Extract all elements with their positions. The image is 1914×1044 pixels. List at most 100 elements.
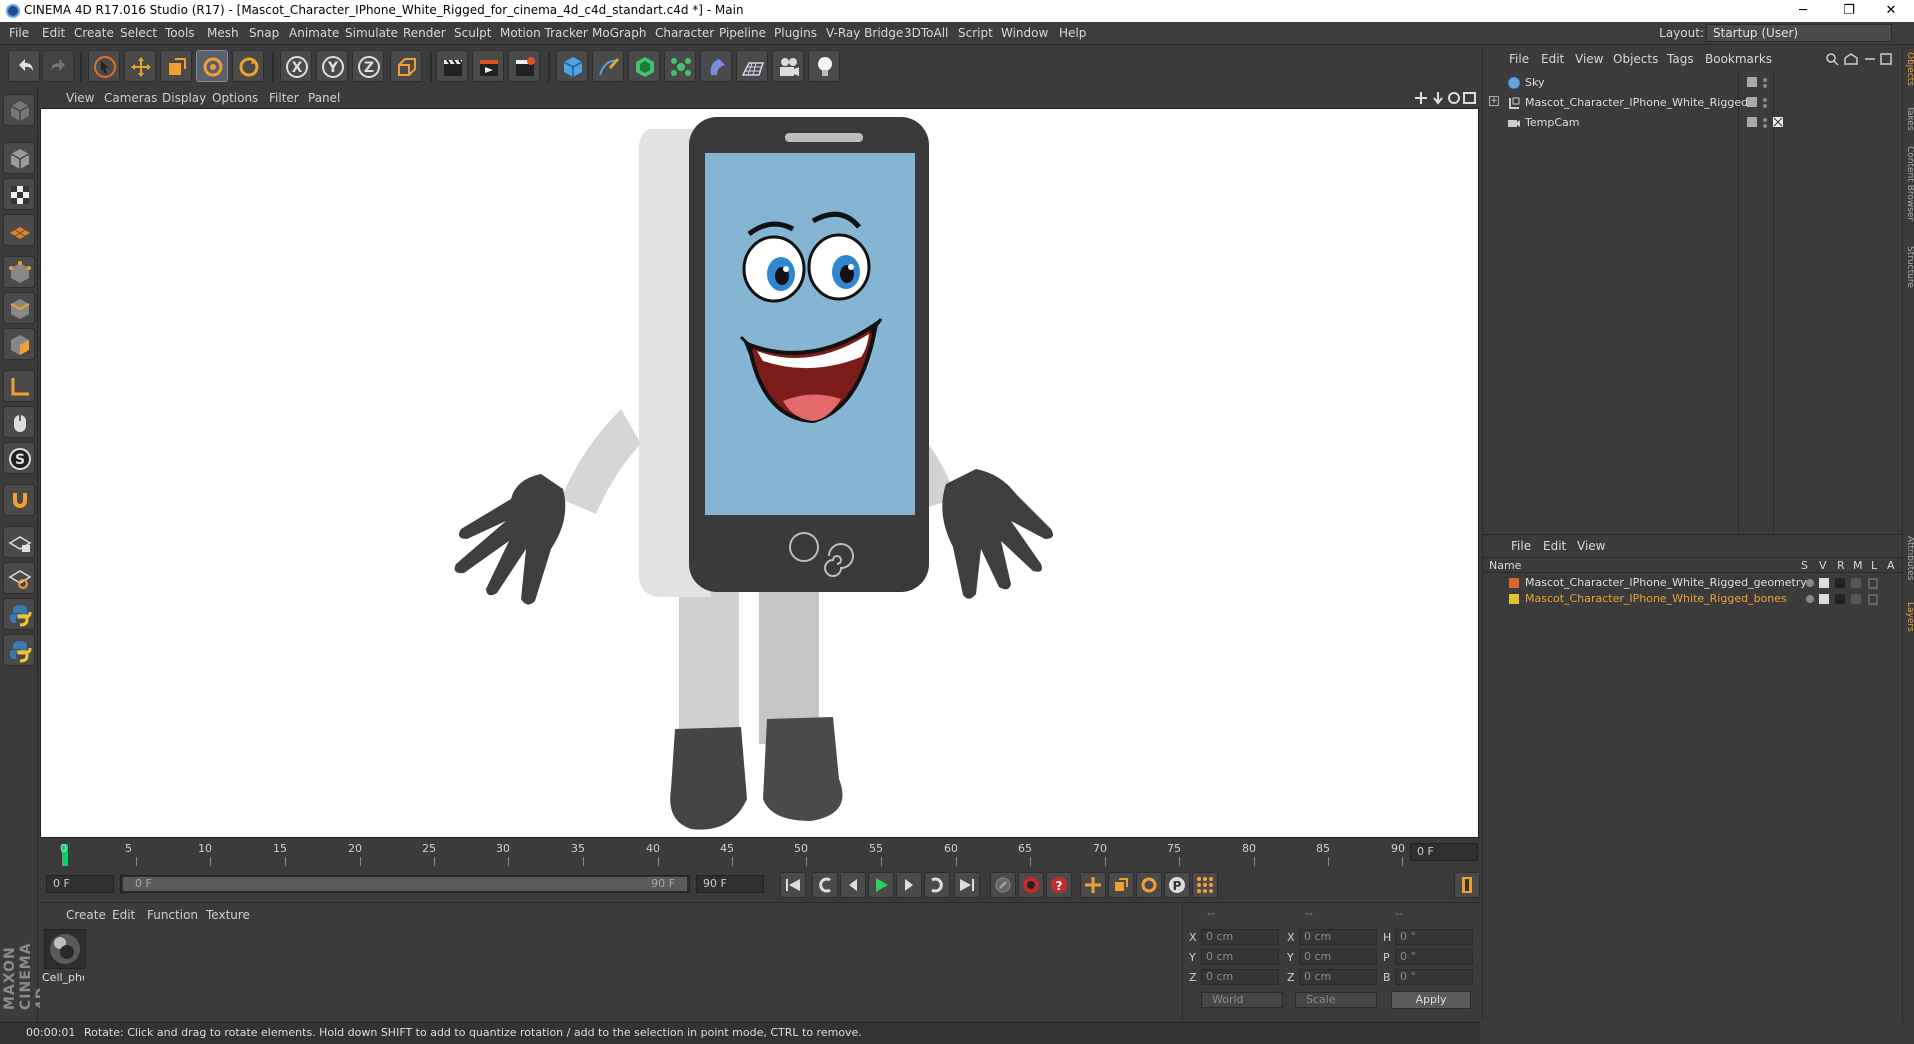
lock-workplane-button[interactable] [3, 526, 35, 558]
frame-range-slider[interactable]: 0 F 90 F [120, 875, 690, 893]
parameter-key-button[interactable]: P [1164, 872, 1190, 898]
coordinate-space-dropdown[interactable]: World [1201, 992, 1283, 1008]
restore-button[interactable]: ❐ [1826, 0, 1872, 22]
material-menu-texture[interactable]: Texture [206, 908, 250, 922]
model-mode-button[interactable] [3, 142, 35, 174]
start-frame-field[interactable]: 0 F [46, 875, 114, 893]
viewport-menu-view[interactable]: View [66, 91, 94, 105]
menu-edit[interactable]: Edit [42, 26, 65, 40]
timeline-window-button[interactable] [1454, 872, 1480, 898]
menu-plugins[interactable]: Plugins [774, 26, 817, 40]
rotation-h-field[interactable]: 0 ° [1395, 929, 1473, 945]
tab-takes[interactable]: Takes [1903, 106, 1914, 131]
menu-window[interactable]: Window [1001, 26, 1048, 40]
goto-start-button[interactable] [780, 872, 806, 898]
size-y-field[interactable]: 0 cm [1299, 949, 1377, 965]
points-mode-button[interactable] [3, 256, 35, 288]
python-script-button[interactable] [3, 598, 35, 630]
viewport-menu-display[interactable]: Display [162, 91, 206, 105]
light-button[interactable] [808, 50, 840, 82]
layer-name[interactable]: Mascot_Character_IPhone_White_Rigged_geo… [1525, 576, 1807, 589]
menu-simulate[interactable]: Simulate [345, 26, 398, 40]
menu-tools[interactable]: Tools [165, 26, 195, 40]
position-x-field[interactable]: 0 cm [1201, 929, 1279, 945]
expand-toggle-icon[interactable]: + [1489, 96, 1499, 106]
record-keys-button[interactable] [990, 872, 1016, 898]
layer-color-swatch[interactable] [1509, 578, 1519, 588]
previous-key-button[interactable] [812, 872, 838, 898]
python-console-button[interactable] [3, 634, 35, 666]
camera-button[interactable] [772, 50, 804, 82]
minimize-button[interactable]: ─ [1780, 0, 1826, 22]
next-frame-button[interactable] [896, 872, 922, 898]
make-editable-button[interactable] [3, 94, 35, 126]
size-x-field[interactable]: 0 cm [1299, 929, 1377, 945]
objects-menu-objects[interactable]: Objects [1613, 52, 1658, 66]
viewport-navigation-icons[interactable] [1414, 90, 1478, 106]
objects-menu-bookmarks[interactable]: Bookmarks [1705, 52, 1772, 66]
object-name[interactable]: Mascot_Character_IPhone_White_Rigged [1525, 96, 1748, 109]
position-key-button[interactable] [1080, 872, 1106, 898]
scale-tool-button[interactable] [160, 50, 192, 82]
layer-color-swatch[interactable] [1509, 594, 1519, 604]
layout-select[interactable]: Startup (User) [1706, 24, 1892, 42]
layers-menu-file[interactable]: File [1511, 539, 1531, 553]
redo-button[interactable] [42, 50, 74, 82]
menu-mograph[interactable]: MoGraph [592, 26, 647, 40]
tab-attributes[interactable]: Attributes [1903, 536, 1914, 580]
objects-menu-edit[interactable]: Edit [1541, 52, 1564, 66]
menu-motion-tracker[interactable]: Motion Tracker [500, 26, 588, 40]
coordinate-system-button[interactable] [390, 50, 422, 82]
recent-tool-button[interactable] [232, 50, 264, 82]
move-tool-button[interactable] [124, 50, 156, 82]
tab-layers[interactable]: Layers [1903, 602, 1914, 632]
keyframe-selection-button[interactable]: ? [1046, 872, 1072, 898]
position-y-field[interactable]: 0 cm [1201, 949, 1279, 965]
menu-character[interactable]: Character [655, 26, 714, 40]
timeline-ruler[interactable]: 0 5 10 15 20 25 30 35 40 45 50 55 60 65 … [50, 842, 1412, 866]
current-frame-field[interactable]: 0 F [1410, 843, 1478, 861]
position-z-field[interactable]: 0 cm [1201, 969, 1279, 985]
object-row-sky[interactable]: Sky [1489, 74, 1901, 92]
next-key-button[interactable] [924, 872, 950, 898]
tweak-mode-button[interactable] [3, 406, 35, 438]
menu-sculpt[interactable]: Sculpt [454, 26, 491, 40]
axis-mode-button[interactable] [3, 370, 35, 402]
end-frame-field[interactable]: 90 F [696, 875, 764, 893]
menu-file[interactable]: File [9, 26, 29, 40]
tab-objects[interactable]: Objects [1903, 52, 1914, 86]
object-manager-search-icons[interactable] [1825, 52, 1901, 66]
viewport-menu-filter[interactable]: Filter [269, 91, 299, 105]
close-button[interactable]: ✕ [1868, 0, 1914, 22]
texture-mode-button[interactable] [3, 178, 35, 210]
size-mode-dropdown[interactable]: Scale [1295, 992, 1377, 1008]
menu-mesh[interactable]: Mesh [207, 26, 239, 40]
menu-render[interactable]: Render [403, 26, 446, 40]
menu-3dtoall[interactable]: 3DToAll [904, 26, 948, 40]
rotation-b-field[interactable]: 0 ° [1395, 969, 1473, 985]
menu-script[interactable]: Script [958, 26, 993, 40]
layer-name[interactable]: Mascot_Character_IPhone_White_Rigged_bon… [1525, 592, 1787, 605]
menu-animate[interactable]: Animate [289, 26, 339, 40]
cube-button[interactable] [556, 50, 588, 82]
material-menu-function[interactable]: Function [147, 908, 198, 922]
object-name[interactable]: TempCam [1525, 116, 1579, 129]
viewport-menu-options[interactable]: Options [212, 91, 258, 105]
subdivision-surface-button[interactable] [628, 50, 660, 82]
edges-mode-button[interactable] [3, 292, 35, 324]
z-axis-button[interactable]: Z [352, 50, 384, 82]
menu-create[interactable]: Create [74, 26, 114, 40]
layers-menu-edit[interactable]: Edit [1543, 539, 1566, 553]
polygons-mode-button[interactable] [3, 328, 35, 360]
menu-help[interactable]: Help [1059, 26, 1086, 40]
object-row-tempcam[interactable]: TempCam [1489, 114, 1901, 132]
material-name[interactable]: Cell_pho [42, 971, 84, 984]
previous-frame-button[interactable] [840, 872, 866, 898]
rotate-tool-button[interactable] [196, 50, 228, 82]
pen-spline-button[interactable] [592, 50, 624, 82]
viewport-menu-cameras[interactable]: Cameras [104, 91, 157, 105]
y-axis-button[interactable]: Y [316, 50, 348, 82]
material-menu-edit[interactable]: Edit [112, 908, 135, 922]
render-view-button[interactable] [436, 50, 468, 82]
object-name[interactable]: Sky [1525, 76, 1544, 89]
